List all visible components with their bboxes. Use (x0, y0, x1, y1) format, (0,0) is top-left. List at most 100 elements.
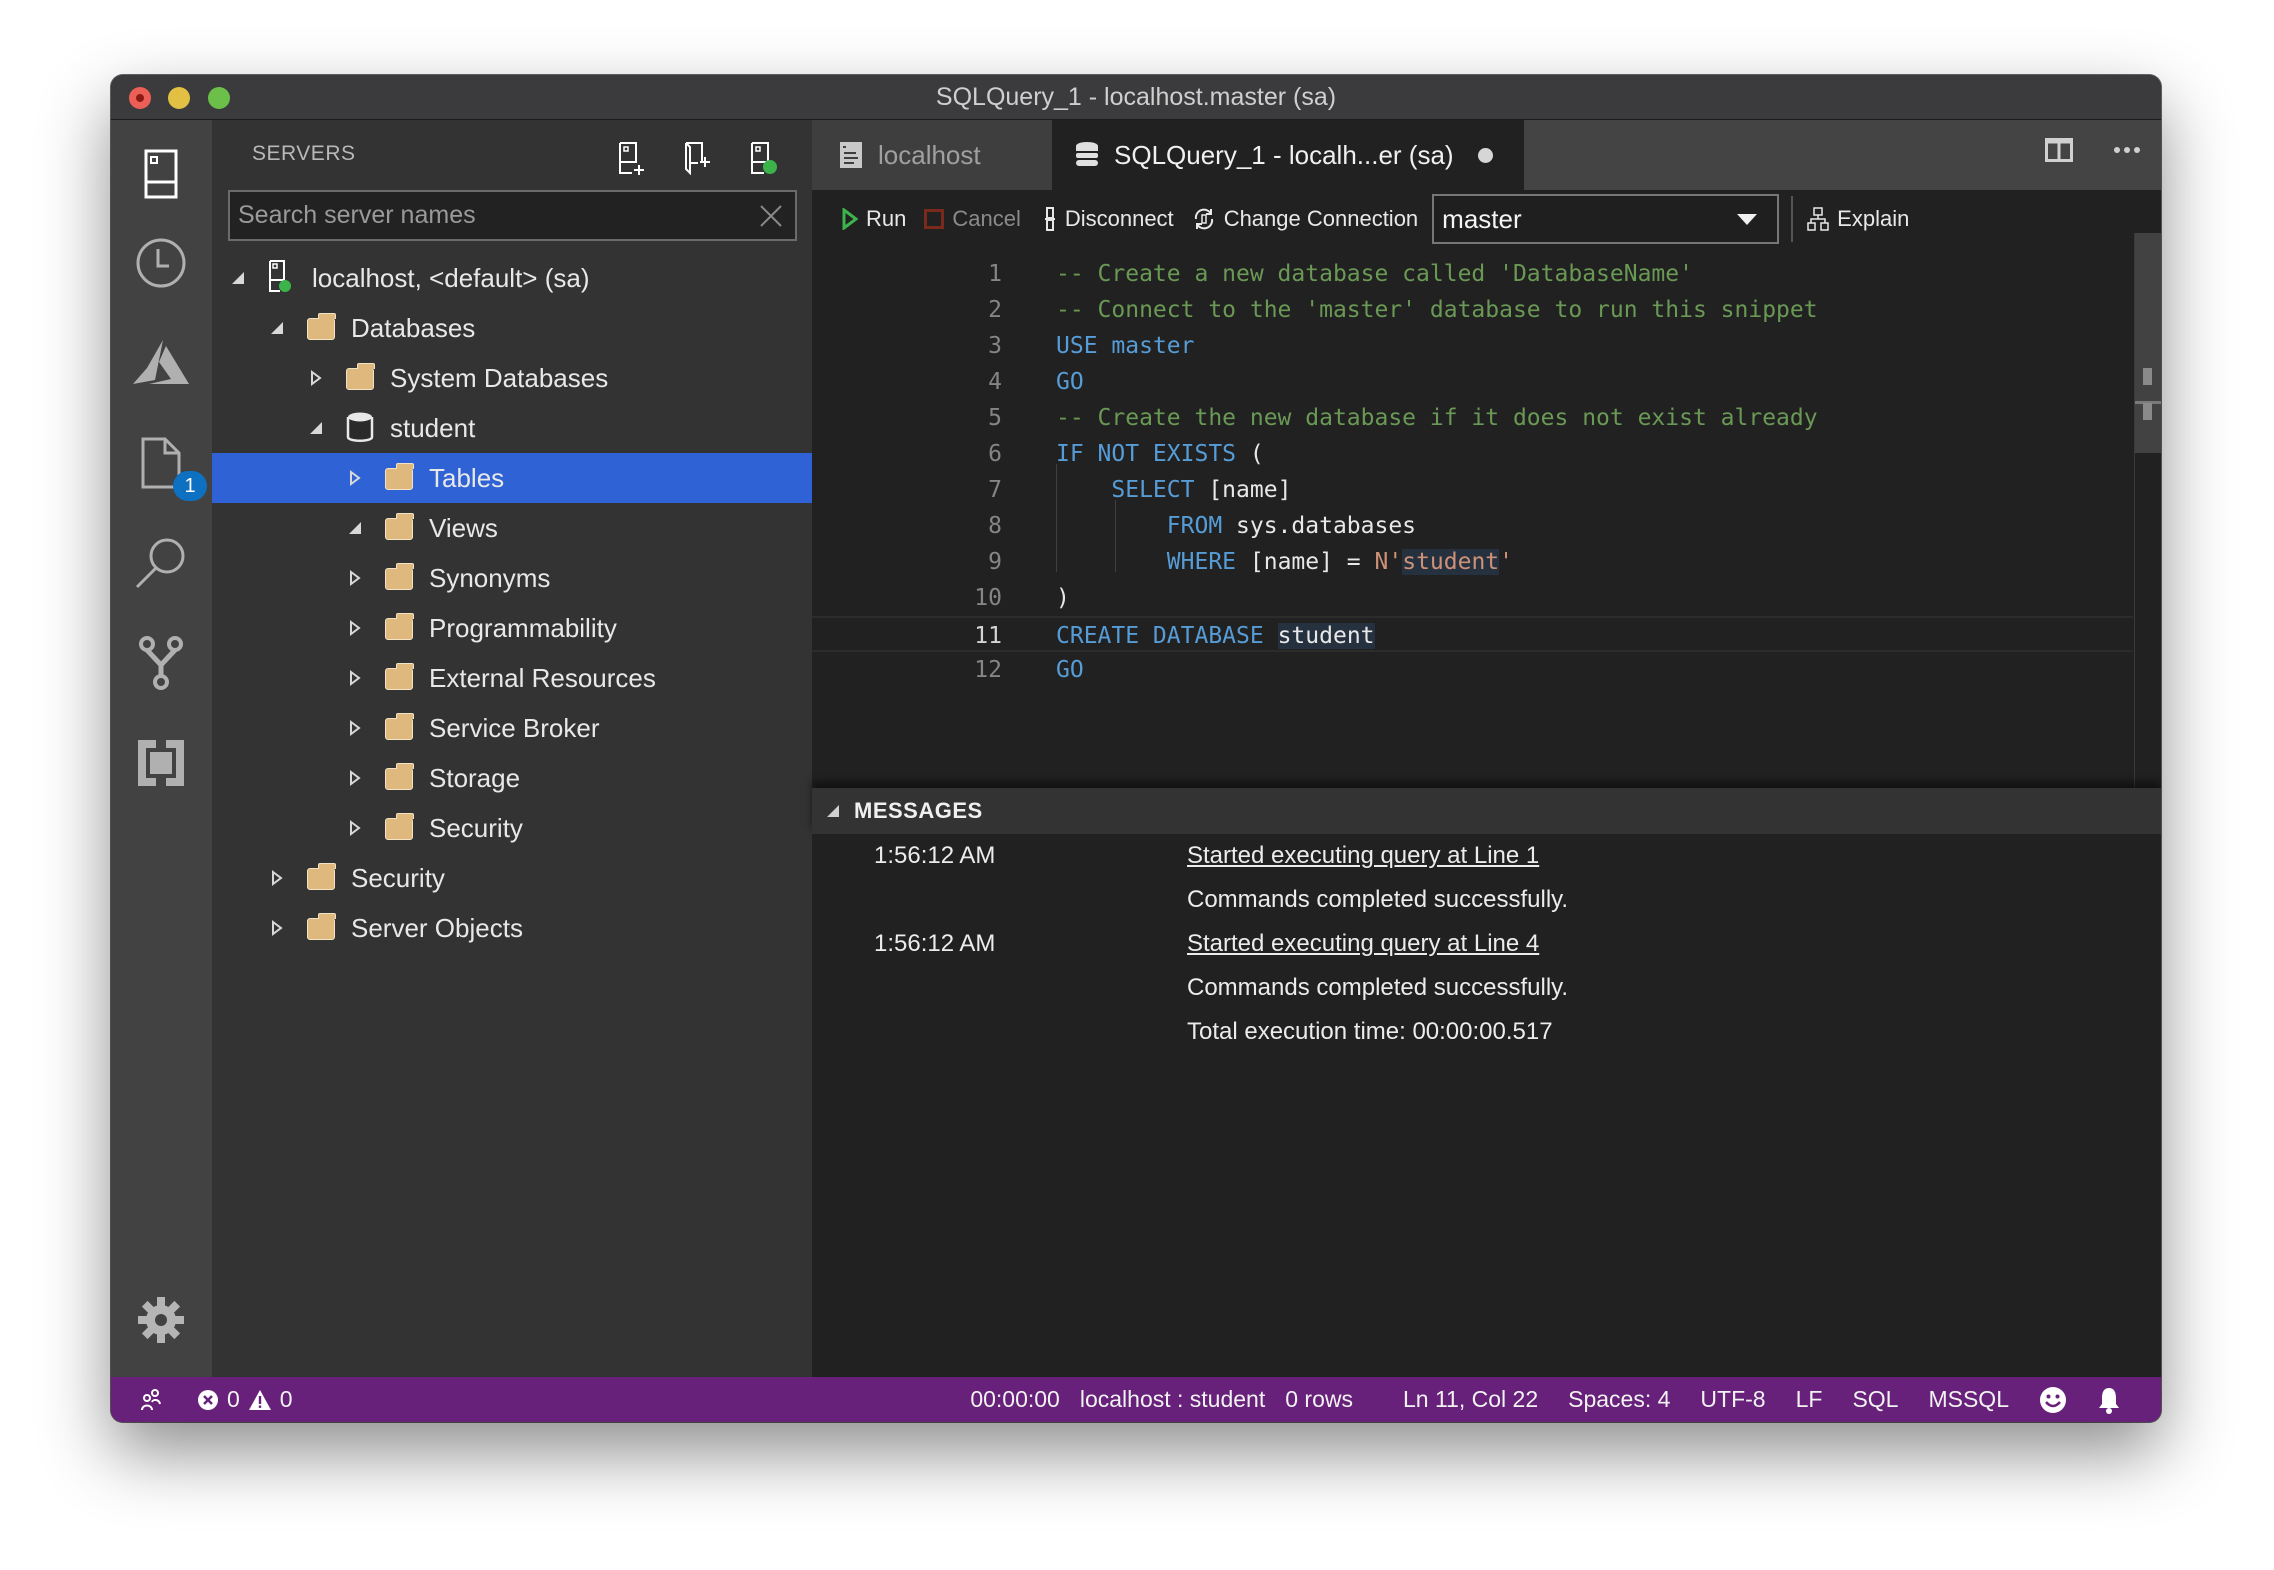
change-connection-button[interactable]: Change Connection (1192, 206, 1418, 232)
tree-item[interactable]: student (212, 403, 812, 453)
tree-item[interactable]: Views (212, 503, 812, 553)
active-connections-button[interactable] (746, 138, 782, 178)
warning-icon (248, 1389, 271, 1410)
more-actions-button[interactable] (2113, 138, 2141, 167)
tree-item-label: Views (429, 512, 498, 543)
encoding-setting[interactable]: UTF-8 (1700, 1386, 1765, 1413)
collapsed-chevron-icon[interactable] (304, 366, 328, 390)
code-line[interactable]: 5 -- Create the new database if it does n… (812, 400, 2133, 436)
code-line[interactable]: 7 SELECT [name] (812, 472, 2133, 508)
activity-azure[interactable] (131, 333, 191, 393)
connection-status[interactable]: localhost : student (1080, 1386, 1265, 1413)
tree-item[interactable]: Service Broker (212, 703, 812, 753)
message-link[interactable]: Started executing query at Line 4 (1187, 922, 1539, 966)
collapse-triangle-icon (827, 805, 839, 817)
tree-item[interactable]: Databases (212, 303, 812, 353)
code-line[interactable]: 6 IF NOT EXISTS ( (812, 436, 2133, 472)
code-line[interactable]: 9 WHERE [name] = N'student' (812, 544, 2133, 580)
collapsed-chevron-icon[interactable] (343, 766, 367, 790)
database-select[interactable]: master (1432, 194, 1780, 244)
messages-panel-header[interactable]: MESSAGES (812, 788, 2161, 834)
folder-icon (385, 763, 415, 791)
tree-item[interactable]: External Resources (212, 653, 812, 703)
code-token: -- Connect to the 'master' database to r… (1056, 297, 1818, 323)
split-editor-icon (2045, 138, 2073, 162)
tree-item[interactable]: Tables (212, 453, 812, 503)
notifications-bell-icon[interactable] (2097, 1386, 2121, 1414)
code-token: student (1402, 549, 1500, 575)
activity-servers[interactable] (131, 144, 191, 204)
run-button[interactable]: Run (842, 206, 906, 232)
cursor-position[interactable]: Ln 11, Col 22 (1403, 1386, 1538, 1413)
feedback-smiley-icon[interactable] (2039, 1386, 2067, 1414)
new-server-group-button[interactable] (680, 138, 716, 178)
tree-item[interactable]: System Databases (212, 353, 812, 403)
tab-localhost[interactable]: localhost (812, 120, 1052, 190)
editor-scrollbar[interactable] (2135, 233, 2161, 453)
activity-search[interactable] (131, 533, 191, 593)
new-connection-button[interactable] (614, 138, 650, 178)
code-line[interactable]: 10) (812, 580, 2133, 616)
activity-explorer[interactable]: 1 (131, 433, 207, 501)
problems-button[interactable]: 0 0 (197, 1386, 293, 1413)
collapsed-chevron-icon[interactable] (343, 716, 367, 740)
sql-provider[interactable]: MSSQL (1928, 1386, 2009, 1413)
code-editor[interactable]: 1 -- Create a new database called 'Databa… (812, 248, 2161, 788)
error-icon (198, 1389, 218, 1410)
collapsed-chevron-icon[interactable] (343, 566, 367, 590)
code-token: GO (1056, 657, 1084, 683)
tree-item[interactable]: Programmability (212, 603, 812, 653)
line-number: 8 (988, 513, 1002, 539)
eol-setting[interactable]: LF (1796, 1386, 1823, 1413)
expanded-chevron-icon[interactable] (226, 266, 250, 290)
code-line[interactable]: 1 -- Create a new database called 'Databa… (812, 256, 2133, 292)
scrollbar-marker (2143, 368, 2152, 385)
collapsed-chevron-icon[interactable] (343, 666, 367, 690)
code-line[interactable]: 2 -- Connect to the 'master' database to … (812, 292, 2133, 328)
tab-sqlquery-1[interactable]: SQLQuery_1 - localh...er (sa) (1052, 120, 1524, 190)
explain-button[interactable]: Explain (1807, 206, 1909, 232)
clear-search-icon[interactable] (757, 202, 785, 230)
activity-source-control[interactable] (131, 633, 191, 693)
language-mode[interactable]: SQL (1852, 1386, 1898, 1413)
activity-extensions[interactable] (131, 733, 191, 793)
tree-item[interactable]: Security (212, 853, 812, 903)
tree-item[interactable]: Security (212, 803, 812, 853)
collapsed-chevron-icon[interactable] (343, 816, 367, 840)
code-token: GO (1056, 369, 1084, 395)
dashboard-icon (840, 142, 862, 168)
tree-item-label: Tables (429, 462, 505, 493)
indentation-setting[interactable]: Spaces: 4 (1568, 1386, 1670, 1413)
code-line[interactable]: 11 CREATE DATABASE student (812, 616, 2133, 652)
unsaved-dot-icon[interactable] (1477, 147, 1493, 163)
expanded-chevron-icon[interactable] (343, 516, 367, 540)
code-line[interactable]: 12 GO (812, 652, 2133, 688)
tree-item[interactable]: Storage (212, 753, 812, 803)
code-line[interactable]: 3 USE master (812, 328, 2133, 364)
tree-item[interactable]: localhost, <default> (sa) (212, 253, 812, 303)
server-search-input[interactable] (230, 192, 738, 239)
tree-item[interactable]: Synonyms (212, 553, 812, 603)
run-label: Run (866, 206, 907, 231)
code-line[interactable]: 4 GO (812, 364, 2133, 400)
message-row: 1:56:12 AM Started executing query at Lin… (812, 922, 2161, 966)
message-link[interactable]: Started executing query at Line 1 (1187, 834, 1539, 878)
collapsed-chevron-icon[interactable] (265, 866, 289, 890)
live-share-icon[interactable] (139, 1388, 163, 1412)
expanded-chevron-icon[interactable] (265, 316, 289, 340)
tree-item[interactable]: Server Objects (212, 903, 812, 953)
collapsed-chevron-icon[interactable] (343, 466, 367, 490)
split-editor-button[interactable] (2045, 138, 2073, 167)
code-line[interactable]: 8 FROM sys.databases (812, 508, 2133, 544)
collapsed-chevron-icon[interactable] (343, 616, 367, 640)
expanded-chevron-icon[interactable] (304, 416, 328, 440)
collapsed-chevron-icon[interactable] (265, 916, 289, 940)
disconnect-button[interactable]: Disconnect (1043, 206, 1174, 232)
code-token: ( (1236, 441, 1264, 467)
activity-task-history[interactable] (131, 233, 191, 293)
cancel-button[interactable]: Cancel (924, 206, 1021, 232)
settings-button[interactable] (131, 1290, 191, 1350)
